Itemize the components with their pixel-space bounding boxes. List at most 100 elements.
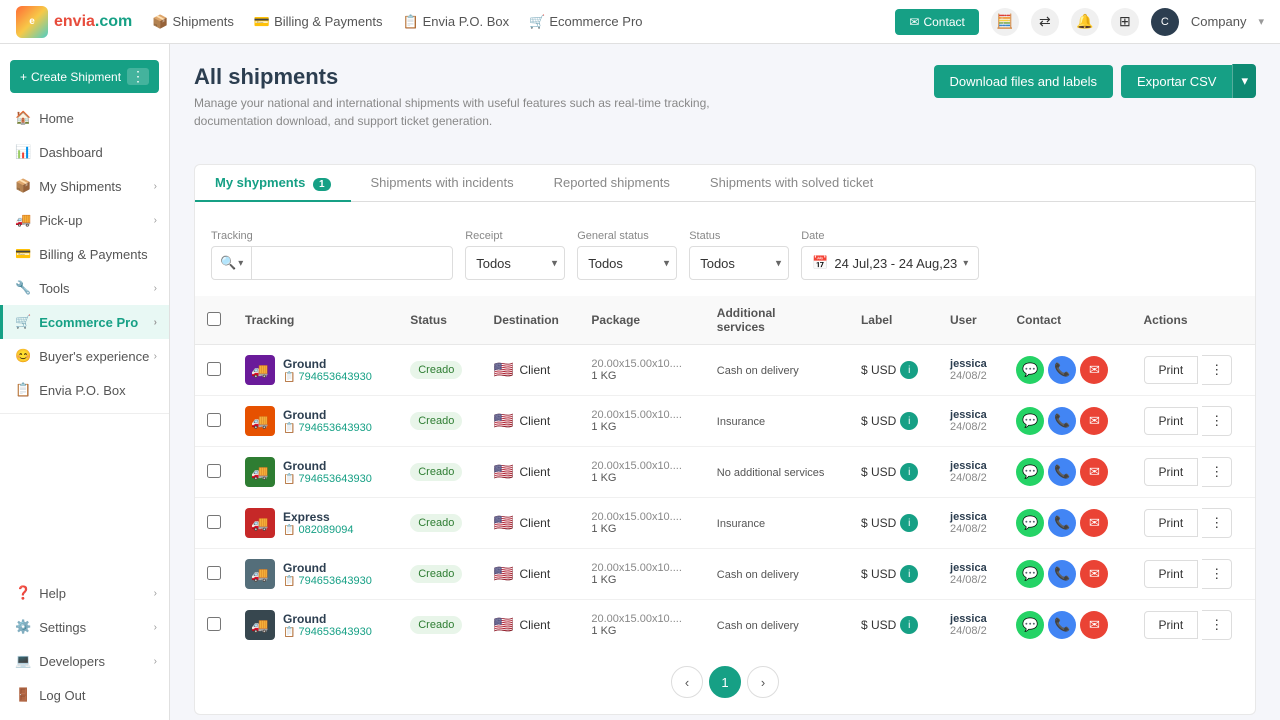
print-btn-3[interactable]: Print [1144, 509, 1199, 537]
more-btn-5[interactable]: ⋮ [1202, 610, 1232, 640]
more-btn-3[interactable]: ⋮ [1202, 508, 1232, 538]
logo[interactable]: e envia.com [16, 6, 132, 38]
label-info-icon-3[interactable]: i [900, 514, 918, 532]
tab-incidents[interactable]: Shipments with incidents [351, 165, 534, 202]
print-btn-0[interactable]: Print [1144, 356, 1199, 384]
export-csv-button[interactable]: Exportar CSV [1121, 65, 1232, 98]
date-picker[interactable]: 📅 24 Jul,23 - 24 Aug,23 ▾ [801, 246, 979, 280]
whatsapp-btn-2[interactable]: 💬 [1016, 458, 1044, 486]
whatsapp-btn-1[interactable]: 💬 [1016, 407, 1044, 435]
bell-icon[interactable]: 🔔 [1071, 8, 1099, 36]
phone-btn-3[interactable]: 📞 [1048, 509, 1076, 537]
receipt-select[interactable]: Todos [465, 246, 565, 280]
label-info-icon-5[interactable]: i [900, 616, 918, 634]
page-1-button[interactable]: 1 [709, 666, 741, 698]
more-btn-0[interactable]: ⋮ [1202, 355, 1232, 385]
phone-btn-1[interactable]: 📞 [1048, 407, 1076, 435]
phone-btn-5[interactable]: 📞 [1048, 611, 1076, 639]
row-check-3[interactable] [207, 515, 221, 529]
email-btn-2[interactable]: ✉ [1080, 458, 1108, 486]
label-info-icon-4[interactable]: i [900, 565, 918, 583]
phone-btn-2[interactable]: 📞 [1048, 458, 1076, 486]
export-csv-arrow[interactable]: ▾ [1232, 64, 1256, 98]
sidebar-item-billing[interactable]: 💳Billing & Payments [0, 237, 169, 271]
print-btn-1[interactable]: Print [1144, 407, 1199, 435]
sidebar-item-pobox[interactable]: 📋Envia P.O. Box [0, 373, 169, 407]
dest-label-0: Client [519, 363, 550, 377]
phone-btn-4[interactable]: 📞 [1048, 560, 1076, 588]
tracking-num-0[interactable]: 📋 794653643930 [283, 371, 372, 383]
sidebar-item-ecommerce[interactable]: 🛒Ecommerce Pro › [0, 305, 169, 339]
copy-icon-3: 📋 [283, 525, 295, 536]
sidebar-item-settings[interactable]: ⚙️Settings › [0, 610, 169, 644]
dest-flag-2: 🇺🇸 [494, 462, 514, 482]
tab-reported[interactable]: Reported shipments [534, 165, 690, 202]
row-check-1[interactable] [207, 413, 221, 427]
email-btn-5[interactable]: ✉ [1080, 611, 1108, 639]
row-check-2[interactable] [207, 464, 221, 478]
tracking-num-4[interactable]: 📋 794653643930 [283, 575, 372, 587]
whatsapp-btn-5[interactable]: 💬 [1016, 611, 1044, 639]
next-page-button[interactable]: › [747, 666, 779, 698]
search-input[interactable] [252, 256, 452, 271]
row-check-4[interactable] [207, 566, 221, 580]
phone-icon-2: 📞 [1054, 464, 1070, 480]
avatar[interactable]: C [1151, 8, 1179, 36]
search-icon: 🔍 [220, 255, 236, 271]
nav-ecommerce[interactable]: 🛒 Ecommerce Pro [529, 14, 642, 30]
tracking-num-1[interactable]: 📋 794653643930 [283, 422, 372, 434]
sidebar-item-pickup[interactable]: 🚚Pick-up › [0, 203, 169, 237]
create-menu-icon[interactable]: ⋮ [127, 68, 149, 85]
sidebar-item-home[interactable]: 🏠Home [0, 101, 169, 135]
search-toggle[interactable]: 🔍 ▾ [212, 247, 252, 279]
sidebar-item-dashboard[interactable]: 📊Dashboard [0, 135, 169, 169]
contact-button[interactable]: ✉ Contact [895, 9, 978, 35]
label-info-icon-2[interactable]: i [900, 463, 918, 481]
nav-billing[interactable]: 💳 Billing & Payments [254, 14, 383, 30]
more-btn-4[interactable]: ⋮ [1202, 559, 1232, 589]
whatsapp-btn-0[interactable]: 💬 [1016, 356, 1044, 384]
download-files-button[interactable]: Download files and labels [934, 65, 1113, 98]
email-btn-1[interactable]: ✉ [1080, 407, 1108, 435]
create-shipment-button[interactable]: + Create Shipment ⋮ [10, 60, 159, 93]
label-info-icon-0[interactable]: i [900, 361, 918, 379]
sidebar-item-logout[interactable]: 🚪Log Out [0, 678, 169, 712]
tracking-num-5[interactable]: 📋 794653643930 [283, 626, 372, 638]
calculator-icon[interactable]: 🧮 [991, 8, 1019, 36]
more-btn-2[interactable]: ⋮ [1202, 457, 1232, 487]
label-info-icon-1[interactable]: i [900, 412, 918, 430]
compare-icon[interactable]: ⇄ [1031, 8, 1059, 36]
general-status-select[interactable]: Todos [577, 246, 677, 280]
email-btn-0[interactable]: ✉ [1080, 356, 1108, 384]
print-btn-5[interactable]: Print [1144, 611, 1199, 639]
more-btn-1[interactable]: ⋮ [1202, 406, 1232, 436]
sidebar-item-help[interactable]: ❓Help › [0, 576, 169, 610]
row-check-0[interactable] [207, 362, 221, 376]
tracking-num-3[interactable]: 📋 082089094 [283, 524, 354, 536]
row-package-5: 20.00x15.00x10.... 1 KG [579, 600, 704, 651]
developers-icon: 💻 [15, 653, 31, 669]
sidebar-item-buyers[interactable]: 😊Buyer's experience › [0, 339, 169, 373]
sidebar-item-tools[interactable]: 🔧Tools › [0, 271, 169, 305]
whatsapp-btn-4[interactable]: 💬 [1016, 560, 1044, 588]
nav-shipments[interactable]: 📦 Shipments [152, 14, 234, 30]
grid-icon[interactable]: ⊞ [1111, 8, 1139, 36]
prev-page-button[interactable]: ‹ [671, 666, 703, 698]
whatsapp-btn-3[interactable]: 💬 [1016, 509, 1044, 537]
select-all-checkbox[interactable] [207, 312, 221, 326]
nav-pobox[interactable]: 📋 Envia P.O. Box [402, 14, 509, 30]
row-actions-1: Print ⋮ [1132, 396, 1255, 447]
phone-btn-0[interactable]: 📞 [1048, 356, 1076, 384]
status-select[interactable]: Todos [689, 246, 789, 280]
sidebar-item-myshipments[interactable]: 📦My Shipments › [0, 169, 169, 203]
row-check-5[interactable] [207, 617, 221, 631]
sidebar-item-developers[interactable]: 💻Developers › [0, 644, 169, 678]
tracking-num-2[interactable]: 📋 794653643930 [283, 473, 372, 485]
tab-solved[interactable]: Shipments with solved ticket [690, 165, 893, 202]
print-btn-2[interactable]: Print [1144, 458, 1199, 486]
print-btn-4[interactable]: Print [1144, 560, 1199, 588]
company-label[interactable]: Company [1191, 14, 1247, 29]
email-btn-3[interactable]: ✉ [1080, 509, 1108, 537]
tab-my-shipments[interactable]: My shypments 1 [195, 165, 351, 202]
email-btn-4[interactable]: ✉ [1080, 560, 1108, 588]
